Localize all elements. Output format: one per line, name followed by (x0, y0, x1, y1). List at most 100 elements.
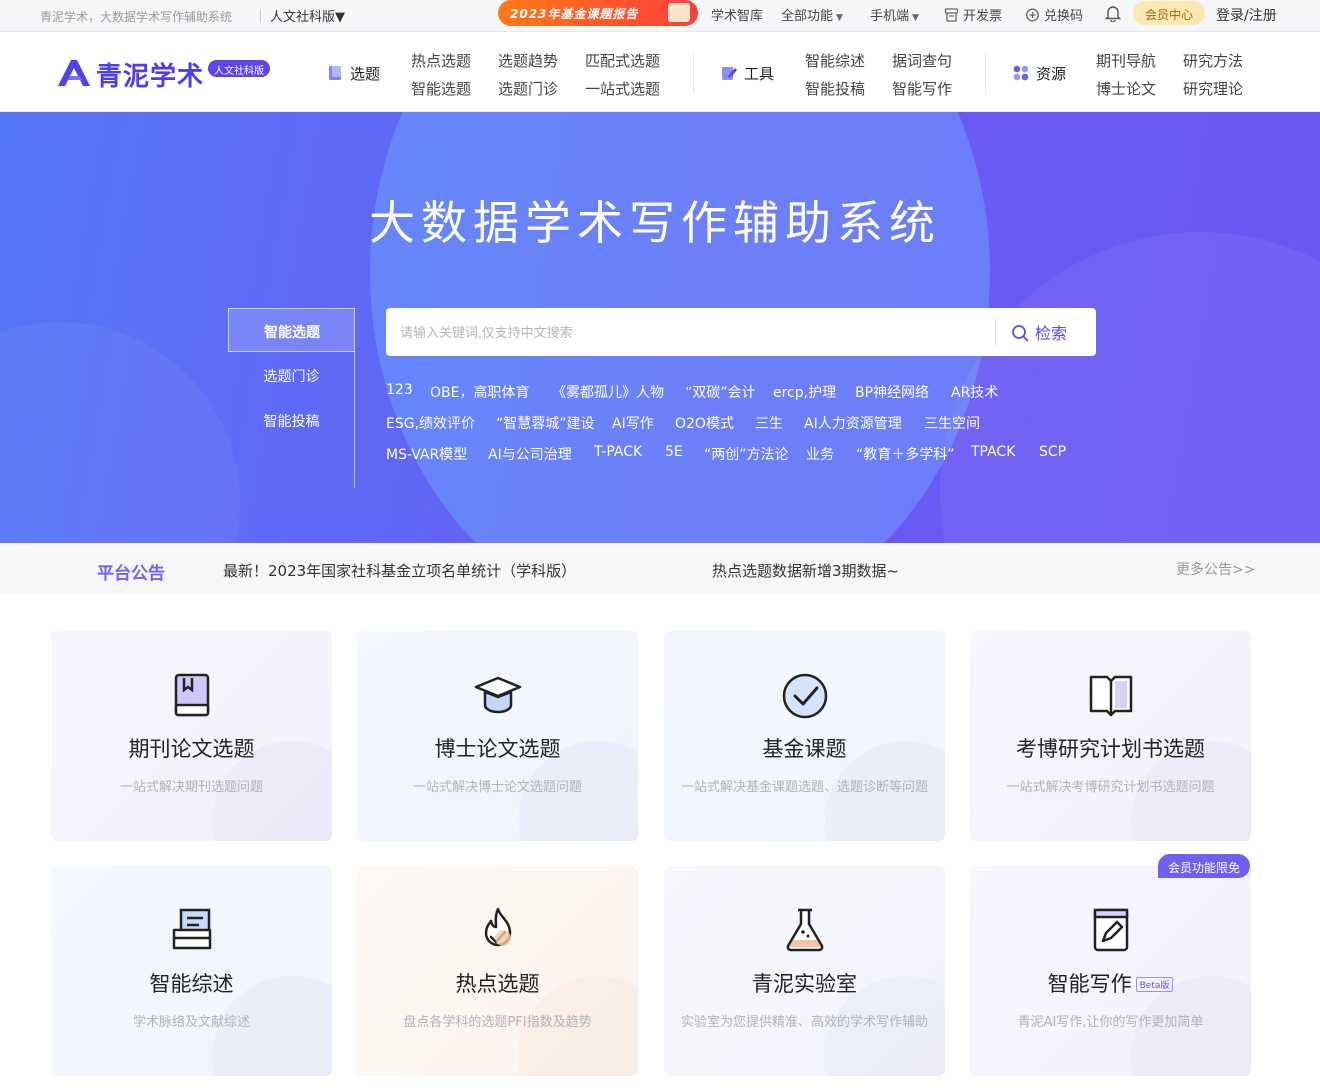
keyword-link[interactable]: AR技术 (951, 382, 998, 402)
keyword-link[interactable]: AI人力资源管理 (804, 413, 902, 433)
keyword-link[interactable]: O2O模式 (675, 413, 734, 433)
keyword-link[interactable]: ESG,绩效评价 (386, 413, 475, 433)
card-title: 考博研究计划书选题 (1016, 737, 1205, 761)
hero-decoration (0, 322, 240, 543)
card-hot-topics[interactable]: 热点选题 盘点各学科的选题PFI指数及趋势 (357, 866, 638, 1076)
topnav-mobile[interactable]: 手机端 ▼ (870, 5, 919, 24)
card-title: 青泥实验室 (752, 972, 857, 996)
card-journal-topic[interactable]: 期刊论文选题 一站式解决期刊选题问题 (51, 631, 332, 841)
keyword-link[interactable]: BP神经网络 (855, 382, 929, 402)
caret-down-icon: ▼ (335, 10, 346, 25)
site-slogan: 青泥学术，大数据学术写作辅助系统 (40, 10, 233, 24)
nav-smart-review[interactable]: 智能综述 (805, 50, 865, 71)
logo-name: 青泥学术 (96, 62, 205, 92)
card-subtitle: 学术脉络及文献综述 (132, 1015, 250, 1030)
beta-badge: Beta版 (1135, 977, 1174, 992)
topnav-all-features[interactable]: 全部功能 ▼ (781, 5, 843, 24)
nav-word-sentence-lookup[interactable]: 据词查句 (892, 50, 952, 71)
open-book-icon (1089, 675, 1133, 717)
card-phd-proposal-topic[interactable]: 考博研究计划书选题 一站式解决考博研究计划书选题问题 (970, 631, 1251, 841)
card-title: 基金课题 (762, 737, 847, 761)
book-icon (329, 66, 341, 80)
keyword-link[interactable]: TPACK (971, 444, 1015, 460)
card-subtitle: 一站式解决考博研究计划书选题问题 (1006, 780, 1215, 795)
nav-hot-topics[interactable]: 热点选题 (411, 50, 471, 71)
keyword-link[interactable]: ercp,护理 (773, 382, 836, 402)
journal-book-icon (174, 673, 210, 717)
card-subtitle: 一站式解决期刊选题问题 (119, 780, 263, 795)
keyword-link[interactable]: OBE，高职体育 (430, 382, 529, 402)
tab-smart-topic[interactable]: 智能选题 (228, 308, 355, 352)
nav-journal-guide[interactable]: 期刊导航 (1096, 50, 1156, 71)
keyword-link[interactable]: 123 (386, 382, 413, 398)
keyword-link[interactable]: “两创”方法论 (704, 444, 789, 464)
hero-title: 大数据学术写作辅助系统 (369, 196, 941, 250)
keyword-link[interactable]: SCP (1039, 444, 1066, 460)
topnav-academic-think-tank[interactable]: 学术智库 (711, 5, 763, 24)
promo-banner-2023-fund-report[interactable]: 2023年基金课题报告 (498, 0, 698, 26)
nav-smart-writing[interactable]: 智能写作 (892, 78, 952, 99)
bell-icon[interactable] (1105, 4, 1121, 22)
caret-down-icon: ▼ (836, 13, 843, 23)
nav-smart-topics[interactable]: 智能选题 (411, 78, 471, 99)
card-title: 期刊论文选题 (128, 737, 255, 761)
keyword-link[interactable]: “教育＋多学科” (856, 444, 955, 464)
keyword-link[interactable]: “双碳”会计 (685, 382, 756, 402)
tab-smart-submission[interactable]: 智能投稿 (228, 398, 355, 442)
card-smart-writing[interactable]: 智能写作 Beta版 青泥AI写作,让你的写作更加简单 (970, 866, 1251, 1076)
keyword-link[interactable]: 5E (665, 444, 683, 460)
card-smart-review[interactable]: 智能综述 学术脉络及文献综述 (51, 866, 332, 1076)
nav-one-stop-topic[interactable]: 一站式选题 (585, 78, 660, 99)
vip-center-button[interactable]: 会员中心 (1133, 1, 1205, 25)
more-notices-link[interactable]: 更多公告>> (1176, 559, 1255, 579)
card-subtitle: 一站式解决基金课题选题、选题诊断等问题 (680, 780, 928, 795)
card-title: 博士论文选题 (434, 737, 561, 761)
nav-topic-trends[interactable]: 选题趋势 (498, 50, 558, 71)
card-qingni-lab[interactable]: 青泥实验室 实验室为您提供精准、高效的学术写作辅助 (664, 866, 945, 1076)
qingni-logo-icon (58, 60, 90, 86)
topnav-redeem-code[interactable]: 兑换码 (1025, 5, 1083, 24)
nav-matching-topics[interactable]: 匹配式选题 (585, 50, 660, 71)
nav-group-resources[interactable]: 资源 (1012, 63, 1066, 84)
keyword-link[interactable]: 三生 (755, 413, 783, 433)
search-input[interactable] (400, 320, 980, 344)
check-circle-icon (782, 673, 828, 719)
keyword-link[interactable]: AI写作 (612, 413, 654, 433)
keyword-link[interactable]: 业务 (806, 444, 834, 464)
nav-topic-clinic[interactable]: 选题门诊 (498, 78, 558, 99)
card-subtitle: 盘点各学科的选题PFI指数及趋势 (403, 1015, 592, 1030)
nav-phd-theses[interactable]: 博士论文 (1096, 78, 1156, 99)
edition-switcher[interactable]: 人文社科版▼ (270, 6, 345, 25)
nav-group-tools[interactable]: 工具 (720, 63, 774, 84)
nav-smart-submission[interactable]: 智能投稿 (805, 78, 865, 99)
nav-research-theories[interactable]: 研究理论 (1183, 78, 1243, 99)
card-phd-topic[interactable]: 博士论文选题 一站式解决博士论文选题问题 (357, 631, 638, 841)
notice-item[interactable]: 最新！2023年国家社科基金立项名单统计（学科版） (223, 560, 576, 581)
top-utility-bar: 青泥学术，大数据学术写作辅助系统 人文社科版▼ 2023年基金课题报告 学术智库… (0, 0, 1320, 32)
keyword-link[interactable]: AI与公司治理 (488, 444, 572, 464)
search-button[interactable]: 检索 (1011, 320, 1067, 344)
nav-group-topic[interactable]: 选题 (326, 63, 380, 84)
keyword-link[interactable]: 三生空间 (924, 413, 980, 433)
tab-topic-clinic[interactable]: 选题门诊 (228, 353, 355, 397)
caret-down-icon: ▼ (912, 13, 919, 23)
card-fund-project[interactable]: 基金课题 一站式解决基金课题选题、选题诊断等问题 (664, 631, 945, 841)
keyword-link[interactable]: “智慧蓉城”建设 (496, 413, 595, 433)
keyword-link[interactable]: MS-VAR模型 (386, 444, 467, 464)
nav-research-methods[interactable]: 研究方法 (1183, 50, 1243, 71)
flame-icon (484, 907, 512, 947)
card-subtitle: 青泥AI写作,让你的写作更加简单 (1017, 1015, 1204, 1030)
search-mode-tabs: 智能选题 选题门诊 智能投稿 (228, 308, 355, 488)
card-subtitle: 实验室为您提供精准、高效的学术写作辅助 (680, 1015, 928, 1030)
notice-item[interactable]: 热点选题数据新增3期数据~ (712, 560, 899, 581)
login-register-link[interactable]: 登录/注册 (1216, 5, 1277, 25)
keyword-link[interactable]: 《雾都孤儿》人物 (552, 382, 664, 402)
topnav-invoice[interactable]: 开发票 (944, 5, 1002, 24)
flask-icon (786, 908, 824, 952)
pen-note-icon (1093, 908, 1129, 952)
report-icon (668, 3, 690, 22)
vip-free-badge: 会员功能限免 (1158, 854, 1250, 878)
divider (260, 9, 261, 23)
redeem-icon (1026, 8, 1039, 22)
keyword-link[interactable]: T-PACK (594, 444, 642, 460)
